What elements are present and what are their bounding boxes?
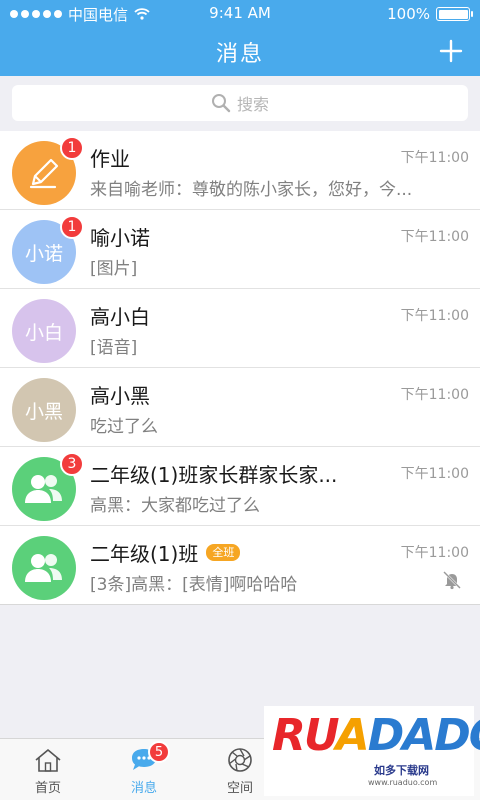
conversation-time: 下午11:00 bbox=[400, 466, 469, 482]
conversation-name: 二年级(1)班家长群家长家... bbox=[90, 459, 337, 488]
search-icon bbox=[211, 94, 231, 113]
conversation-row[interactable]: 小白 高小白 下午11:00 [语音] bbox=[0, 289, 480, 368]
unread-badge: 1 bbox=[60, 215, 84, 239]
tab-home[interactable]: 首页 bbox=[0, 739, 96, 800]
conversation-preview: [语音] bbox=[90, 338, 138, 358]
conversation-time: 下午11:00 bbox=[400, 229, 469, 245]
conversation-name-text: 高小黑 bbox=[90, 384, 150, 408]
plus-icon bbox=[439, 39, 463, 63]
conversation-row[interactable]: 1 作业 下午11:00 来自喻老师：尊敬的陈小家长，您好，今... bbox=[0, 131, 480, 210]
header: 中国电信 9:41 AM 100% 消息 bbox=[0, 0, 480, 76]
conversation-name-text: 二年级(1)班 bbox=[90, 542, 199, 566]
tab-home-label: 首页 bbox=[34, 781, 61, 796]
status-left: 中国电信 bbox=[10, 4, 150, 25]
conversation-name: 高小白 bbox=[90, 301, 150, 330]
search-input[interactable]: 搜索 bbox=[12, 85, 468, 121]
conversation-row[interactable]: 小诺 1 喻小诺 下午11:00 [图片] bbox=[0, 210, 480, 289]
avatar-initials: 小诺 bbox=[24, 242, 63, 265]
search-bar: 搜索 bbox=[0, 76, 480, 130]
avatar: 小白 bbox=[12, 299, 76, 363]
conversation-name-text: 喻小诺 bbox=[90, 226, 150, 250]
unread-badge: 1 bbox=[60, 136, 84, 160]
watermark-logo: RUADADO 如多下载网 www.ruaduo.com bbox=[264, 706, 480, 796]
group-icon bbox=[22, 550, 66, 586]
conversation-row[interactable]: 3 二年级(1)班家长群家长家... 下午11:00 高黑：大家都吃过了么 bbox=[0, 447, 480, 526]
page-title: 消息 bbox=[215, 42, 264, 67]
avatar-initials: 小白 bbox=[24, 321, 63, 344]
conversation-preview: 来自喻老师：尊敬的陈小家长，您好，今... bbox=[90, 180, 413, 200]
battery-icon bbox=[436, 7, 473, 21]
carrier-label: 中国电信 bbox=[68, 5, 129, 24]
conversation-preview: [3条]高黑：[表情]啊哈哈哈 bbox=[90, 575, 298, 595]
conversation-time: 下午11:00 bbox=[400, 545, 469, 561]
tab-space-label: 空间 bbox=[226, 781, 253, 796]
conversation-time: 下午11:00 bbox=[400, 150, 469, 166]
nav-bar: 消息 bbox=[0, 28, 480, 76]
group-icon bbox=[22, 471, 66, 507]
conversation-preview: [图片] bbox=[90, 259, 138, 279]
conversation-name-text: 二年级(1)班家长群家长家... bbox=[90, 463, 338, 487]
conversation-list: 1 作业 下午11:00 来自喻老师：尊敬的陈小家长，您好，今... 小诺 1 喻小诺 下午1… bbox=[0, 131, 480, 605]
muted-bell-icon bbox=[442, 570, 462, 590]
signal-icon bbox=[10, 10, 62, 18]
watermark-site: 如多下载网 bbox=[374, 764, 429, 777]
status-bar: 中国电信 9:41 AM 100% bbox=[0, 0, 480, 28]
avatar-initials: 小黑 bbox=[24, 400, 63, 423]
avatar: 小黑 bbox=[12, 378, 76, 442]
tab-messages[interactable]: 消息 5 bbox=[96, 739, 192, 800]
status-right: 100% bbox=[387, 5, 473, 23]
tab-messages-badge: 5 bbox=[148, 741, 170, 763]
conversation-time: 下午11:00 bbox=[400, 387, 469, 403]
home-icon bbox=[35, 749, 61, 772]
conversation-name: 喻小诺 bbox=[90, 222, 150, 251]
conversation-time: 下午11:00 bbox=[400, 308, 469, 324]
conversation-preview: 吃过了么 bbox=[90, 417, 158, 437]
aperture-icon bbox=[228, 748, 252, 772]
unread-badge: 3 bbox=[60, 452, 84, 476]
avatar bbox=[12, 536, 76, 600]
search-placeholder: 搜索 bbox=[236, 95, 269, 114]
conversation-name-text: 作业 bbox=[90, 147, 130, 171]
conversation-row[interactable]: 小黑 高小黑 下午11:00 吃过了么 bbox=[0, 368, 480, 447]
conversation-preview: 高黑：大家都吃过了么 bbox=[90, 496, 260, 516]
battery-fill bbox=[438, 9, 468, 19]
conversation-name: 二年级(1)班 全班 bbox=[90, 538, 241, 567]
conversation-row[interactable]: 二年级(1)班 全班 下午11:00 [3条]高黑：[表情]啊哈哈哈 bbox=[0, 526, 480, 605]
class-tag: 全班 bbox=[206, 544, 241, 561]
conversation-name: 高小黑 bbox=[90, 380, 150, 409]
add-button[interactable] bbox=[436, 36, 466, 66]
pencil-icon bbox=[25, 154, 63, 192]
conversation-name: 作业 bbox=[90, 143, 130, 172]
battery-percent: 100% bbox=[387, 5, 430, 23]
wifi-icon bbox=[134, 8, 150, 20]
tab-messages-label: 消息 bbox=[130, 781, 157, 796]
watermark-url: www.ruaduo.com bbox=[368, 778, 438, 787]
watermark-wordmark: RUADADO bbox=[272, 710, 480, 761]
conversation-name-text: 高小白 bbox=[90, 305, 150, 329]
